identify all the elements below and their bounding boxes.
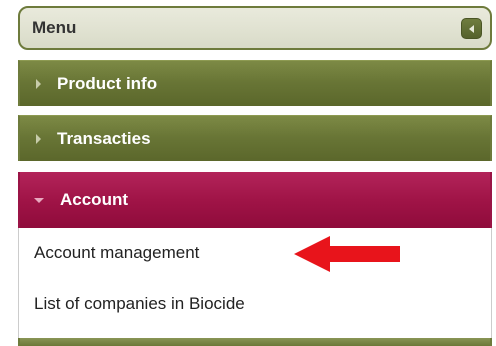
section-product-info[interactable]: Product info [18, 60, 492, 106]
chevron-right-icon [36, 133, 41, 144]
section-transacties[interactable]: Transacties [18, 115, 492, 161]
red-pointer-arrow-icon [294, 236, 400, 272]
section-label: Account [60, 190, 128, 209]
section-label: Product info [57, 73, 158, 93]
menu-title: Menu [32, 18, 77, 37]
chevron-down-icon [34, 197, 44, 203]
account-submenu: Account management List of companies in … [18, 228, 492, 338]
next-section-edge [18, 338, 492, 346]
menu-header: Menu [18, 6, 492, 50]
section-label: Transacties [57, 128, 151, 148]
chevron-right-icon [36, 78, 41, 89]
collapse-menu-button[interactable] [461, 18, 482, 39]
navigation-panel: Menu Product info Transacties Account Ac… [0, 0, 496, 346]
collapse-left-icon [469, 24, 474, 33]
section-account[interactable]: Account [18, 172, 492, 228]
menu-item-account-management[interactable]: Account management [34, 243, 199, 263]
menu-item-list-of-companies[interactable]: List of companies in Biocide [34, 294, 245, 314]
